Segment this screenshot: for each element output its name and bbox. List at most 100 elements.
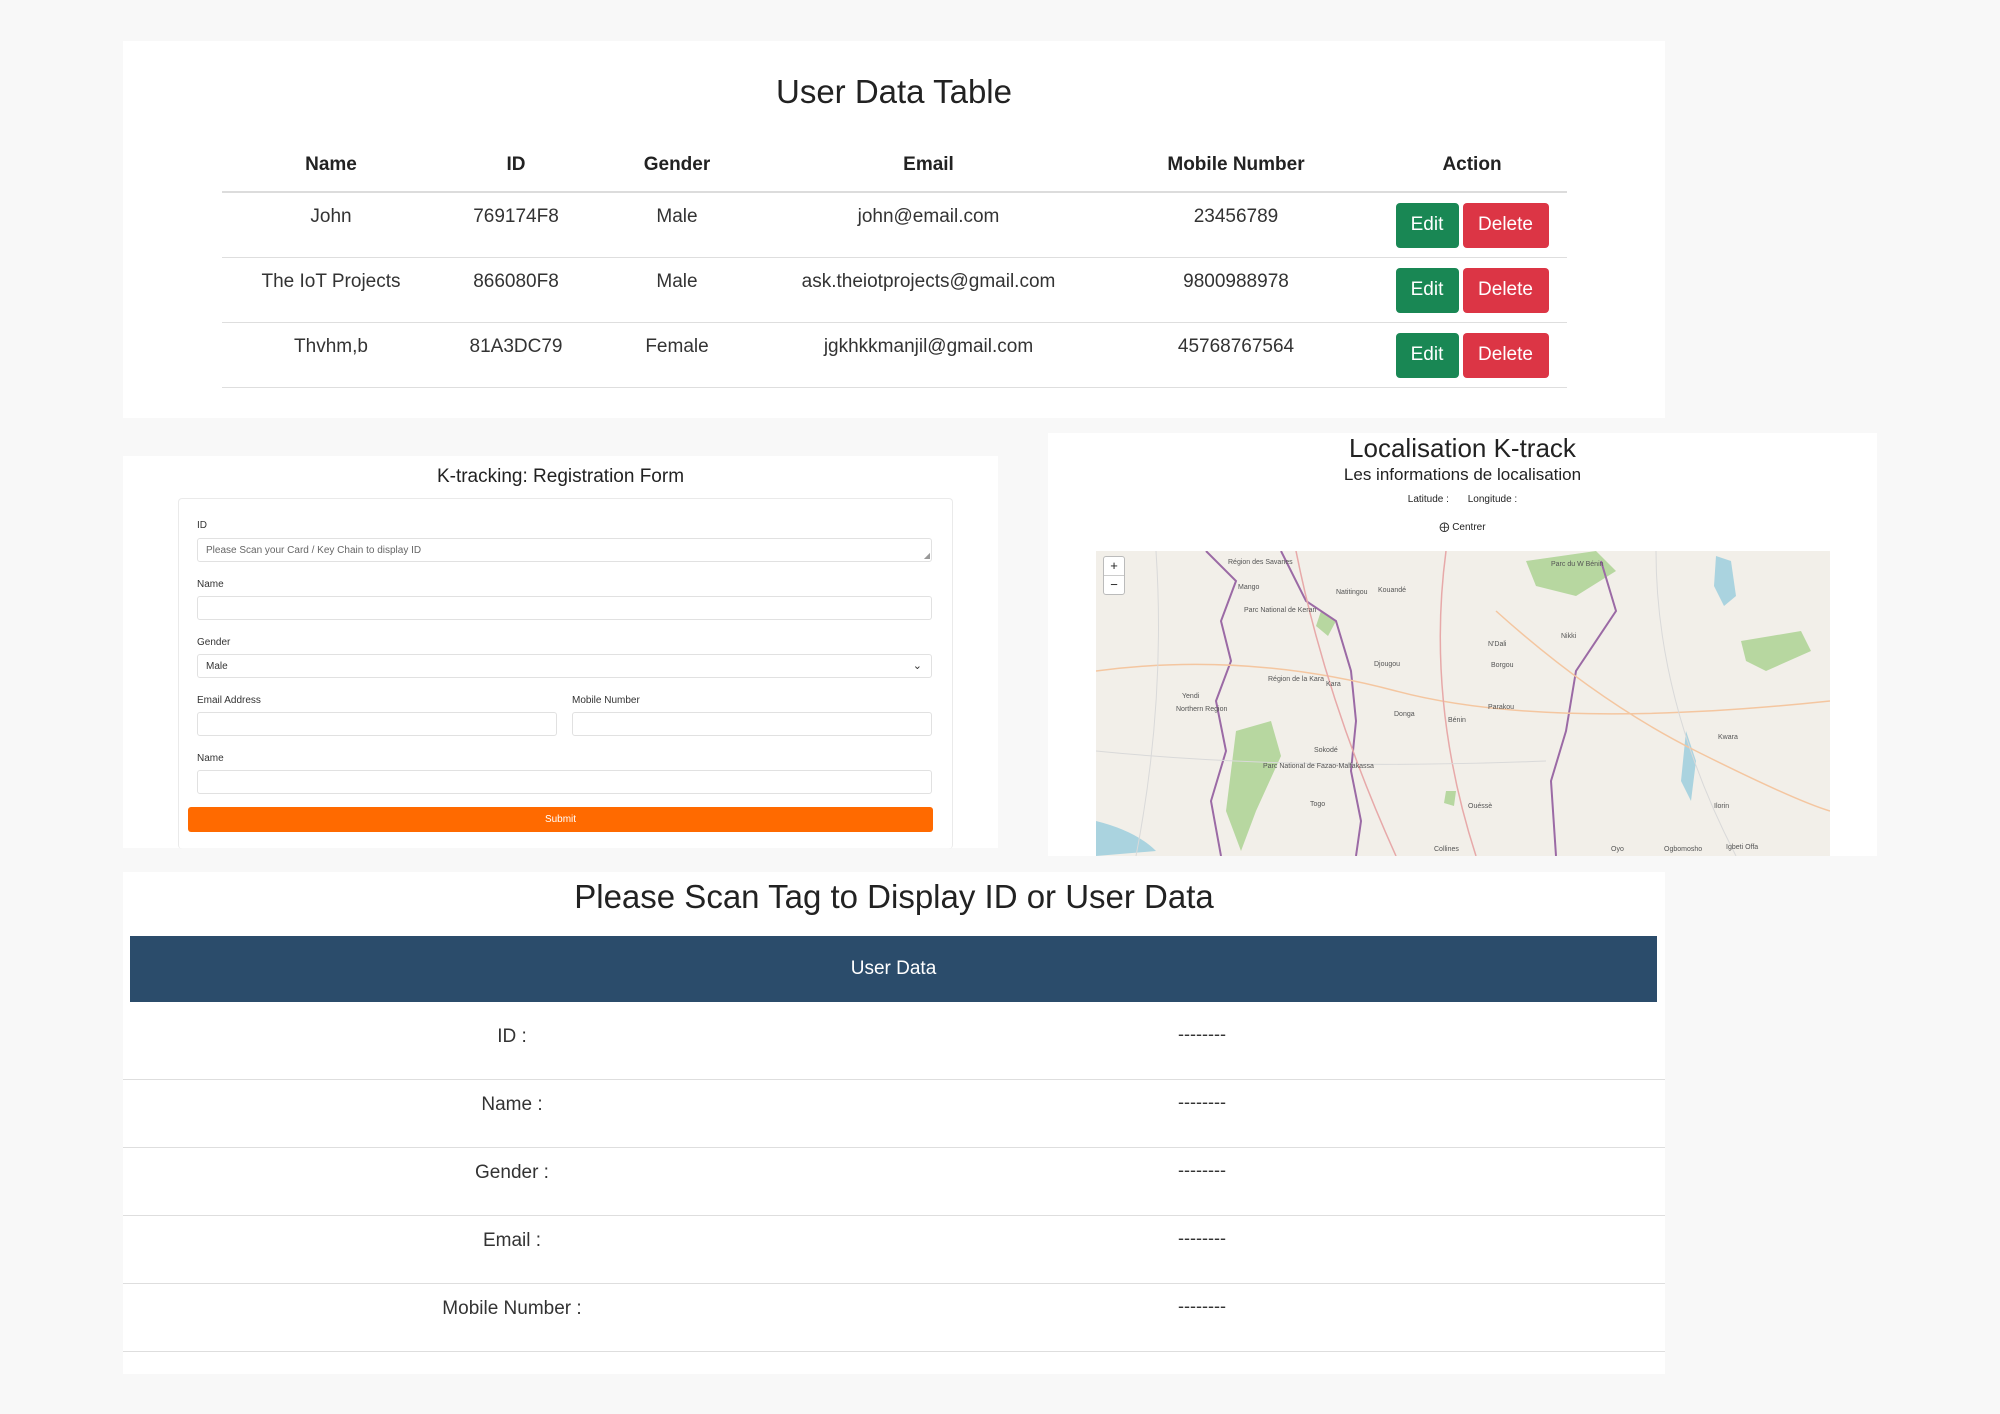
column-header-gender: Gender xyxy=(643,153,711,175)
localisation-subtitle: Les informations de localisation xyxy=(1343,465,1582,484)
cell-id: 866080F8 xyxy=(473,271,559,292)
edit-button[interactable]: Edit xyxy=(1395,332,1459,378)
gender-select[interactable]: Male ⌄ xyxy=(197,654,932,678)
field-value: -------- xyxy=(1178,1160,1226,1180)
cell-name: The IoT Projects xyxy=(261,271,401,292)
user-data-header: User Data xyxy=(130,936,1657,1002)
mobile-input[interactable] xyxy=(572,712,932,736)
map-label: Kouandé xyxy=(1378,587,1407,594)
field-value: -------- xyxy=(1178,1092,1226,1112)
center-button[interactable]: ⨁ Centrer xyxy=(1048,522,1877,533)
map-label: Kwara xyxy=(1718,734,1738,741)
map-label: Igbeti Offa xyxy=(1726,844,1759,851)
submit-button[interactable]: Submit xyxy=(188,807,933,832)
cell-email: jgkhkkmanjil@gmail.com xyxy=(823,336,1034,357)
map-label: Région de la Kara xyxy=(1268,676,1325,683)
edit-button[interactable]: Edit xyxy=(1395,267,1459,313)
map-label: Yendi xyxy=(1182,693,1200,700)
map-label: Région des Savanes xyxy=(1228,559,1293,566)
registration-form-title: K-tracking: Registration Form xyxy=(436,466,685,487)
map-label: Natitingou xyxy=(1336,589,1368,596)
zoom-in-button[interactable]: + xyxy=(1104,557,1124,576)
map-label: Ogbomosho xyxy=(1664,846,1703,853)
crosshair-icon: ⨁ xyxy=(1439,522,1450,533)
column-header-name: Name xyxy=(305,153,357,175)
mobile-label: Mobile Number xyxy=(572,695,640,706)
cell-email: ask.theiotprojects@gmail.com xyxy=(801,271,1056,292)
localisation-panel: Localisation K-track Les informations de… xyxy=(1048,433,1877,856)
cell-gender: Male xyxy=(656,206,698,227)
table-row: ID : -------- xyxy=(123,1012,1665,1080)
table-row: Gender : -------- xyxy=(123,1148,1665,1216)
map-label: Togo xyxy=(1310,801,1326,808)
map-tiles[interactable] xyxy=(1096,551,1830,856)
map-label: Bénin xyxy=(1448,717,1466,724)
name2-input[interactable] xyxy=(197,770,932,794)
map-label: Nikki xyxy=(1561,633,1577,640)
delete-button[interactable]: Delete xyxy=(1462,202,1549,248)
table-row: Mobile Number : -------- xyxy=(123,1284,1665,1352)
user-data-table-title: User Data Table xyxy=(775,73,1012,110)
field-label: Email : xyxy=(482,1230,542,1251)
latitude-label: Latitude : xyxy=(1407,494,1449,505)
id-label: ID xyxy=(197,520,207,531)
cell-email: john@email.com xyxy=(857,206,1000,227)
table-row: Name : -------- xyxy=(123,1080,1665,1148)
map-label: N'Dali xyxy=(1488,641,1507,648)
column-header-action: Action xyxy=(1442,153,1502,175)
resize-grip-icon[interactable]: ◢ xyxy=(924,551,930,560)
registration-form-panel: K-tracking: Registration Form ID Please … xyxy=(123,456,998,849)
map-label: Oyo xyxy=(1611,846,1624,853)
localisation-title: Localisation K-track xyxy=(1349,433,1576,463)
map-label: Ilorin xyxy=(1714,803,1730,810)
gender-label: Gender xyxy=(197,637,231,648)
map-label: Collines xyxy=(1434,846,1459,853)
registration-form: ID Please Scan your Card / Key Chain to … xyxy=(178,498,953,849)
coordinates-readout: Latitude : Longitude : xyxy=(1048,494,1877,505)
map-label: Parakou xyxy=(1488,704,1515,711)
table-row: The IoT Projects 866080F8 Male ask.theio… xyxy=(222,258,1567,323)
column-header-email: Email xyxy=(903,153,954,175)
map[interactable]: + − Région des Savanes Mango Parc Nation… xyxy=(1096,551,1830,856)
center-label: Centrer xyxy=(1452,522,1486,533)
map-label: Ouéssè xyxy=(1468,803,1493,810)
scan-tag-title: Please Scan Tag to Display ID or User Da… xyxy=(574,878,1214,915)
map-label: Northern Region xyxy=(1176,706,1228,713)
map-label: Parc National de Keran xyxy=(1244,607,1317,614)
map-label: Mango xyxy=(1238,584,1260,591)
delete-button[interactable]: Delete xyxy=(1462,332,1549,378)
field-label: Name : xyxy=(481,1094,543,1115)
cell-id: 81A3DC79 xyxy=(469,336,563,357)
cell-mobile: 23456789 xyxy=(1193,206,1279,227)
email-label: Email Address xyxy=(197,695,261,706)
table-row: John 769174F8 Male john@email.com 234567… xyxy=(222,193,1567,258)
name-label: Name xyxy=(197,579,224,590)
cell-mobile: 45768767564 xyxy=(1177,336,1295,357)
cell-id: 769174F8 xyxy=(473,206,559,227)
cell-name: Thvhm,b xyxy=(294,336,368,357)
name-input[interactable] xyxy=(197,596,932,620)
delete-button[interactable]: Delete xyxy=(1462,267,1549,313)
gender-selected-value: Male xyxy=(206,661,228,672)
cell-action: Edit Delete xyxy=(1377,202,1567,248)
user-data-table: Name ID Gender Email Mobile Number Actio… xyxy=(222,138,1567,388)
map-label: Donga xyxy=(1394,711,1415,718)
cell-mobile: 9800988978 xyxy=(1183,271,1289,292)
longitude-label: Longitude : xyxy=(1467,494,1518,505)
field-value: -------- xyxy=(1178,1024,1226,1044)
field-label: Gender : xyxy=(475,1162,549,1183)
column-header-mobile: Mobile Number xyxy=(1167,153,1305,175)
zoom-control: + − xyxy=(1103,556,1125,595)
map-label: Kara xyxy=(1326,681,1341,688)
zoom-out-button[interactable]: − xyxy=(1104,576,1124,594)
email-input[interactable] xyxy=(197,712,557,736)
id-textarea[interactable]: Please Scan your Card / Key Chain to dis… xyxy=(197,538,932,562)
edit-button[interactable]: Edit xyxy=(1395,202,1459,248)
cell-gender: Male xyxy=(656,271,698,292)
map-label: Djougou xyxy=(1374,661,1401,668)
map-label: Parc du W Bénin xyxy=(1551,561,1604,568)
cell-action: Edit Delete xyxy=(1377,332,1567,378)
id-placeholder: Please Scan your Card / Key Chain to dis… xyxy=(206,545,422,556)
table-header: Name ID Gender Email Mobile Number Actio… xyxy=(222,138,1567,193)
chevron-down-icon: ⌄ xyxy=(912,660,922,672)
